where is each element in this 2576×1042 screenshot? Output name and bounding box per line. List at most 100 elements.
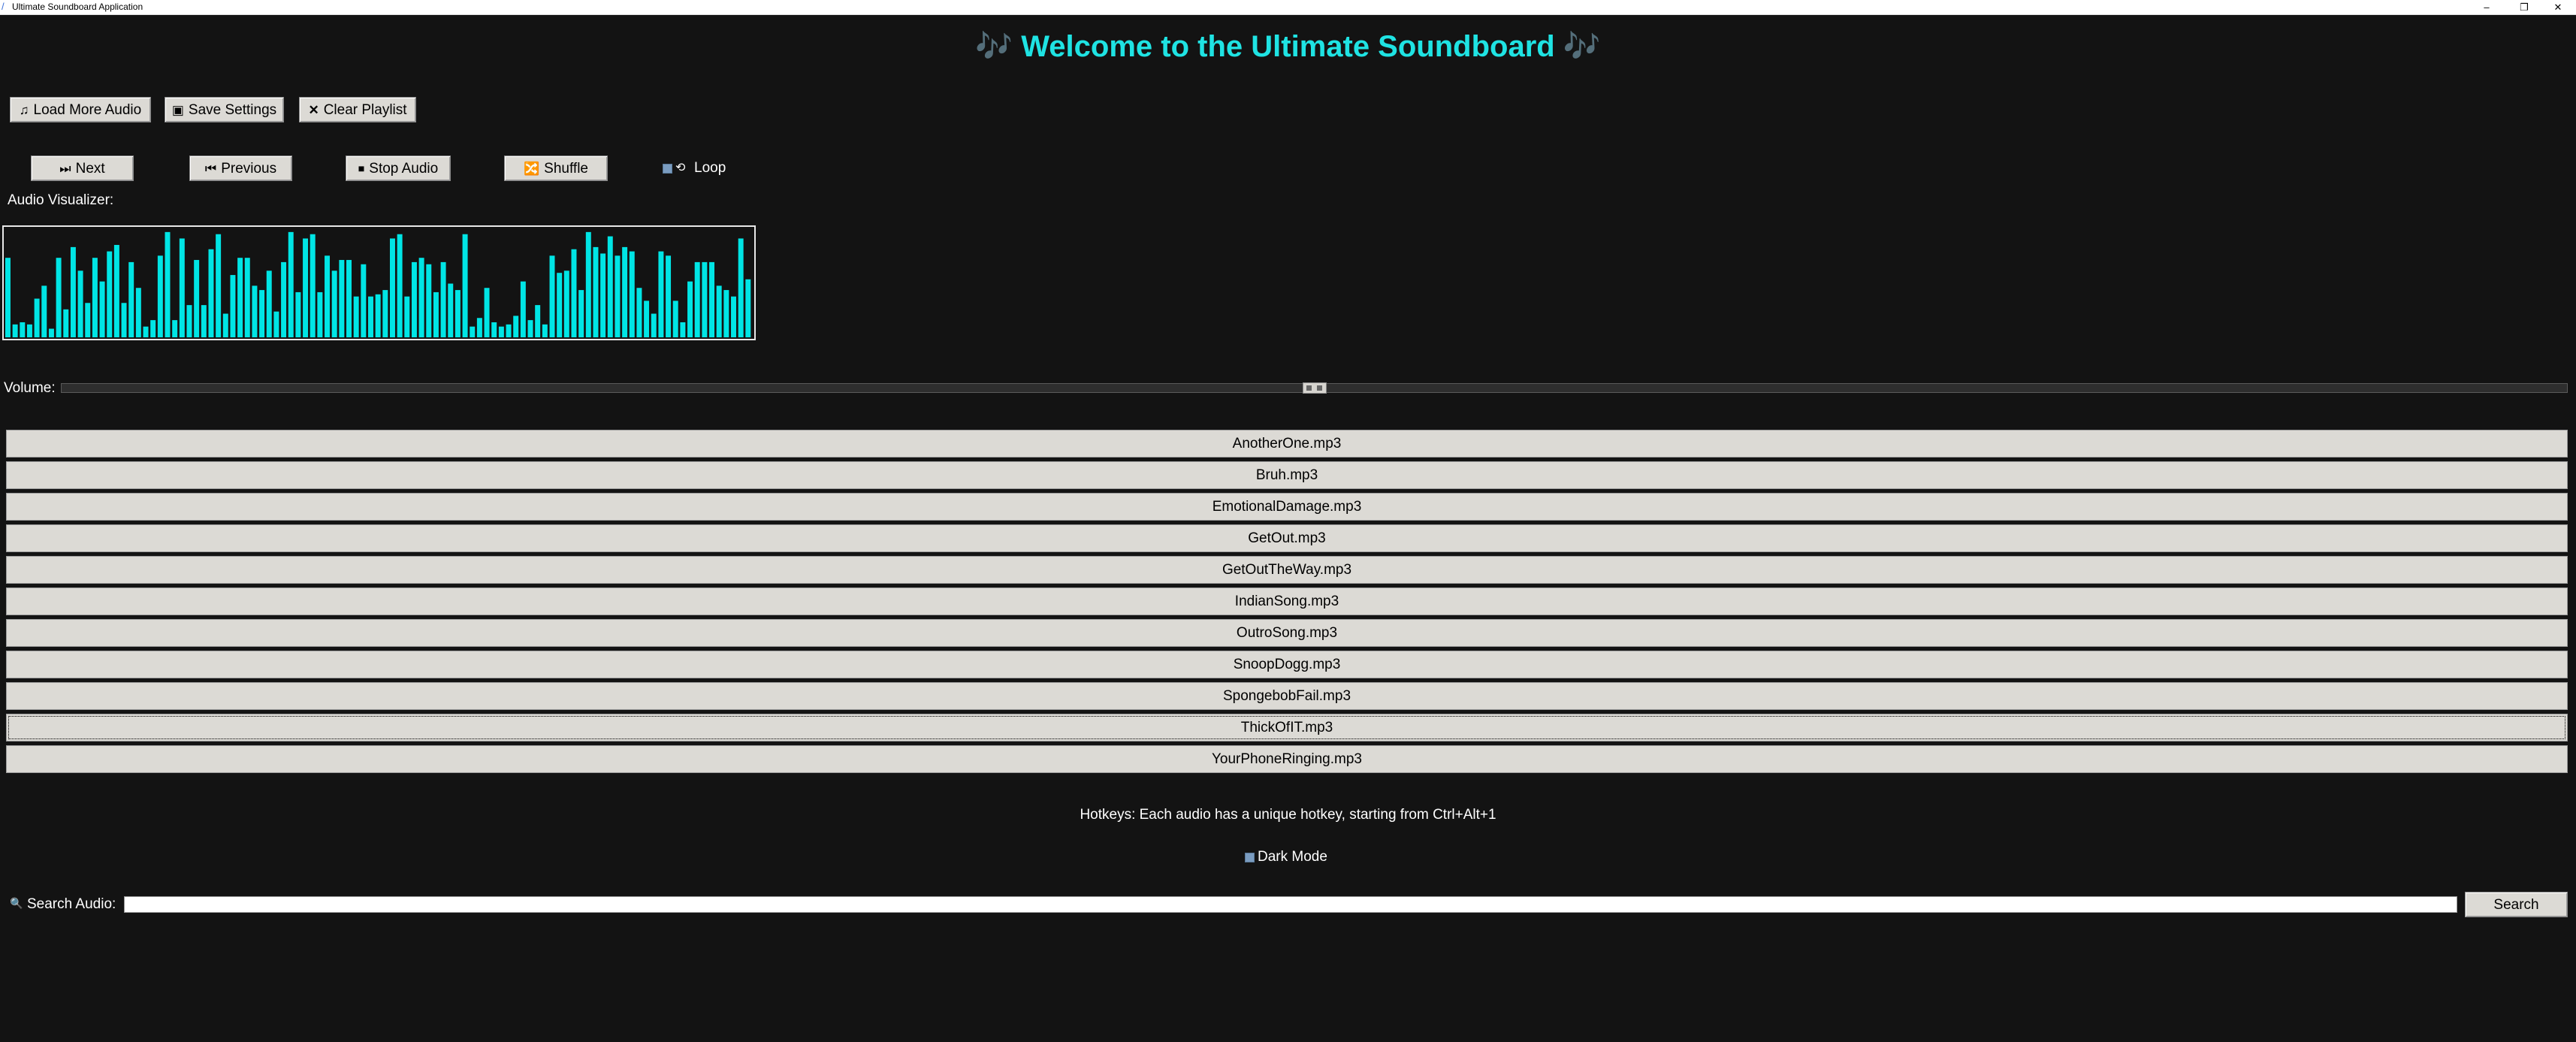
playlist-item[interactable]: GetOut.mp3: [6, 524, 2568, 552]
visualizer-bar: [230, 275, 236, 337]
visualizer-bar: [317, 291, 323, 337]
visualizer-bar: [448, 283, 454, 337]
visualizer-bar: [237, 258, 243, 337]
playlist-item[interactable]: IndianSong.mp3: [6, 587, 2568, 615]
dark-mode-checkbox[interactable]: [1245, 853, 1255, 862]
visualizer-bar: [571, 249, 577, 337]
visualizer-bar: [368, 296, 373, 337]
visualizer-bar: [738, 238, 744, 337]
playlist-item[interactable]: YourPhoneRinging.mp3: [6, 745, 2568, 773]
shuffle-label: Shuffle: [544, 161, 588, 177]
visualizer-bar: [26, 324, 32, 337]
visualizer-bar: [644, 301, 650, 337]
visualizer-bar: [498, 326, 504, 337]
loop-checkbox[interactable]: [663, 164, 672, 174]
save-settings-button[interactable]: ▣ Save Settings: [165, 97, 284, 122]
visualizer-bar: [128, 261, 134, 337]
shuffle-icon: 🔀: [524, 162, 540, 176]
search-button[interactable]: Search: [2465, 892, 2568, 917]
visualizer-bar: [179, 238, 185, 337]
close-window-button[interactable]: ✕: [2543, 0, 2573, 14]
window-title: Ultimate Soundboard Application: [12, 2, 143, 12]
volume-label: Volume:: [4, 380, 56, 396]
clear-playlist-label: Clear Playlist: [323, 102, 407, 118]
stop-audio-label: Stop Audio: [369, 161, 439, 177]
visualizer-bar: [527, 320, 533, 337]
visualizer-bar: [694, 261, 700, 337]
window-title-bar: / Ultimate Soundboard Application – ❐ ✕: [0, 0, 2576, 15]
app-icon: /: [2, 1, 5, 12]
previous-label: Previous: [221, 161, 277, 177]
visualizer-bar: [85, 303, 91, 337]
floppy-disk-icon: ▣: [171, 103, 184, 117]
visualizer-bar: [687, 281, 693, 337]
visualizer-bar: [303, 238, 309, 337]
visualizer-bar: [5, 258, 11, 337]
visualizer-bar: [157, 255, 163, 337]
playlist-item[interactable]: Bruh.mp3: [6, 461, 2568, 489]
visualizer-bar: [252, 285, 258, 337]
playlist-item[interactable]: GetOutTheWay.mp3: [6, 556, 2568, 584]
visualizer-bar: [135, 288, 141, 337]
visualizer-bar: [194, 260, 200, 337]
visualizer-bar: [77, 270, 83, 337]
visualizer-bar: [585, 231, 591, 337]
playlist-item[interactable]: OutroSong.mp3: [6, 619, 2568, 647]
visualizer-bar: [615, 255, 621, 337]
visualizer-bar: [186, 305, 192, 337]
visualizer-bar: [353, 296, 359, 337]
visualizer-bar: [723, 290, 729, 337]
shuffle-button[interactable]: 🔀 Shuffle: [504, 156, 608, 181]
visualizer-bar: [216, 234, 222, 337]
load-audio-button[interactable]: ♫ Load More Audio: [10, 97, 151, 122]
visualizer-bar: [20, 322, 26, 337]
next-label: Next: [75, 161, 105, 177]
visualizer-bar: [702, 261, 708, 337]
visualizer-bar: [382, 290, 388, 337]
save-settings-label: Save Settings: [188, 102, 277, 118]
visualizer-bar: [281, 261, 287, 337]
visualizer-bar: [716, 285, 722, 337]
playlist-item[interactable]: EmotionalDamage.mp3: [6, 493, 2568, 521]
visualizer-bar: [222, 313, 228, 337]
load-audio-label: Load More Audio: [33, 102, 142, 118]
visualizer-bar: [658, 251, 664, 337]
visualizer-label: Audio Visualizer:: [8, 192, 114, 208]
playlist-item[interactable]: ThickOfIT.mp3: [6, 714, 2568, 741]
clear-playlist-button[interactable]: ✕ Clear Playlist: [299, 97, 416, 122]
visualizer-bar: [484, 288, 490, 337]
visualizer-bar: [636, 288, 642, 337]
minimize-button[interactable]: –: [2472, 0, 2502, 14]
visualizer-bar: [593, 246, 599, 337]
close-icon: ✕: [308, 103, 319, 117]
visualizer-bar: [709, 261, 714, 337]
visualizer-bar: [563, 270, 569, 337]
visualizer-bar: [513, 316, 519, 337]
stop-icon: ⏹: [358, 162, 365, 176]
search-input[interactable]: [124, 896, 2457, 913]
visualizer-bar: [411, 261, 417, 337]
visualizer-bar: [361, 264, 367, 337]
visualizer-bar: [404, 296, 410, 337]
audio-visualizer: [2, 225, 756, 340]
playlist-item[interactable]: AnotherOne.mp3: [6, 430, 2568, 458]
maximize-button[interactable]: ❐: [2509, 0, 2539, 14]
visualizer-bar: [476, 318, 482, 337]
visualizer-bar: [600, 253, 606, 337]
playlist-item[interactable]: SnoopDogg.mp3: [6, 651, 2568, 678]
previous-button[interactable]: ⏮ Previous: [189, 156, 292, 181]
visualizer-bar: [325, 255, 331, 337]
hotkeys-info: Hotkeys: Each audio has a unique hotkey,…: [1080, 807, 1496, 823]
skip-back-icon: ⏮: [204, 162, 217, 176]
visualizer-bar: [535, 305, 541, 337]
visualizer-bar: [607, 236, 613, 337]
visualizer-bar: [41, 285, 47, 337]
next-button[interactable]: ⏭ Next: [31, 156, 134, 181]
visualizer-bar: [99, 281, 105, 337]
volume-slider-thumb[interactable]: [1302, 382, 1327, 394]
visualizer-bar: [731, 296, 736, 337]
playlist-item[interactable]: SpongebobFail.mp3: [6, 682, 2568, 710]
visualizer-bar: [208, 249, 214, 337]
visualizer-bar: [491, 322, 497, 337]
stop-audio-button[interactable]: ⏹ Stop Audio: [346, 156, 451, 181]
